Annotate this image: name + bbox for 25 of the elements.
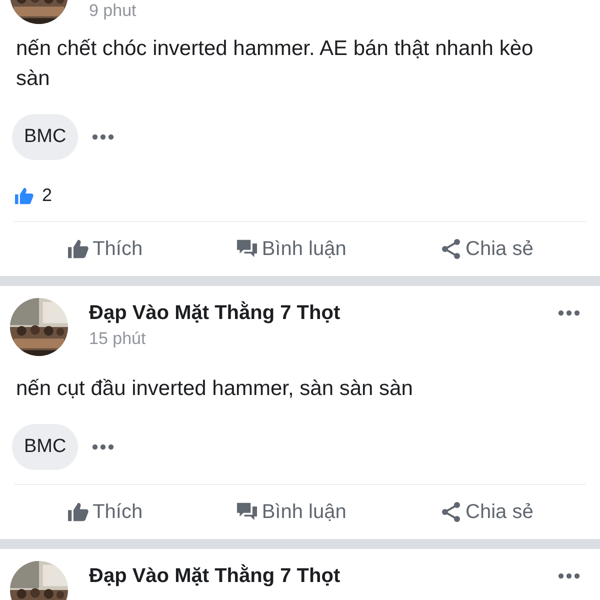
thumbs-up-icon — [14, 186, 34, 204]
post-time: 9 phut — [89, 0, 138, 22]
like-button[interactable]: Thích — [66, 497, 143, 527]
comment-icon — [236, 239, 258, 259]
author-name[interactable]: Đạp Vào Mặt Thằng 7 Thọt — [89, 300, 558, 326]
share-button[interactable]: Chia sẻ — [440, 497, 534, 527]
thumbs-up-icon — [66, 239, 89, 259]
like-button[interactable]: Thích — [66, 234, 143, 264]
comment-button[interactable]: Bình luận — [236, 234, 346, 264]
comment-button[interactable]: Bình luận — [236, 497, 346, 527]
comment-icon — [236, 502, 258, 522]
share-button[interactable]: Chia sẻ — [440, 234, 534, 264]
tag-chip[interactable]: BMC — [12, 424, 78, 470]
post-text: nến cụt đầu inverted hammer, sàn sàn sàn — [15, 376, 414, 402]
post-text: nến chết chóc inverted hammer. AE bán thật nhanh kèo sàn — [15, 36, 534, 92]
share-icon — [440, 238, 462, 260]
more-icon[interactable] — [558, 310, 580, 316]
more-icon[interactable] — [92, 444, 114, 450]
more-icon[interactable] — [92, 134, 114, 140]
post-time: 15 phút — [89, 328, 147, 350]
reaction-count[interactable]: 2 — [42, 182, 52, 209]
tag-chip[interactable]: BMC — [12, 114, 78, 160]
more-icon[interactable] — [558, 573, 580, 579]
share-icon — [440, 501, 462, 523]
thumbs-up-icon — [66, 502, 89, 522]
